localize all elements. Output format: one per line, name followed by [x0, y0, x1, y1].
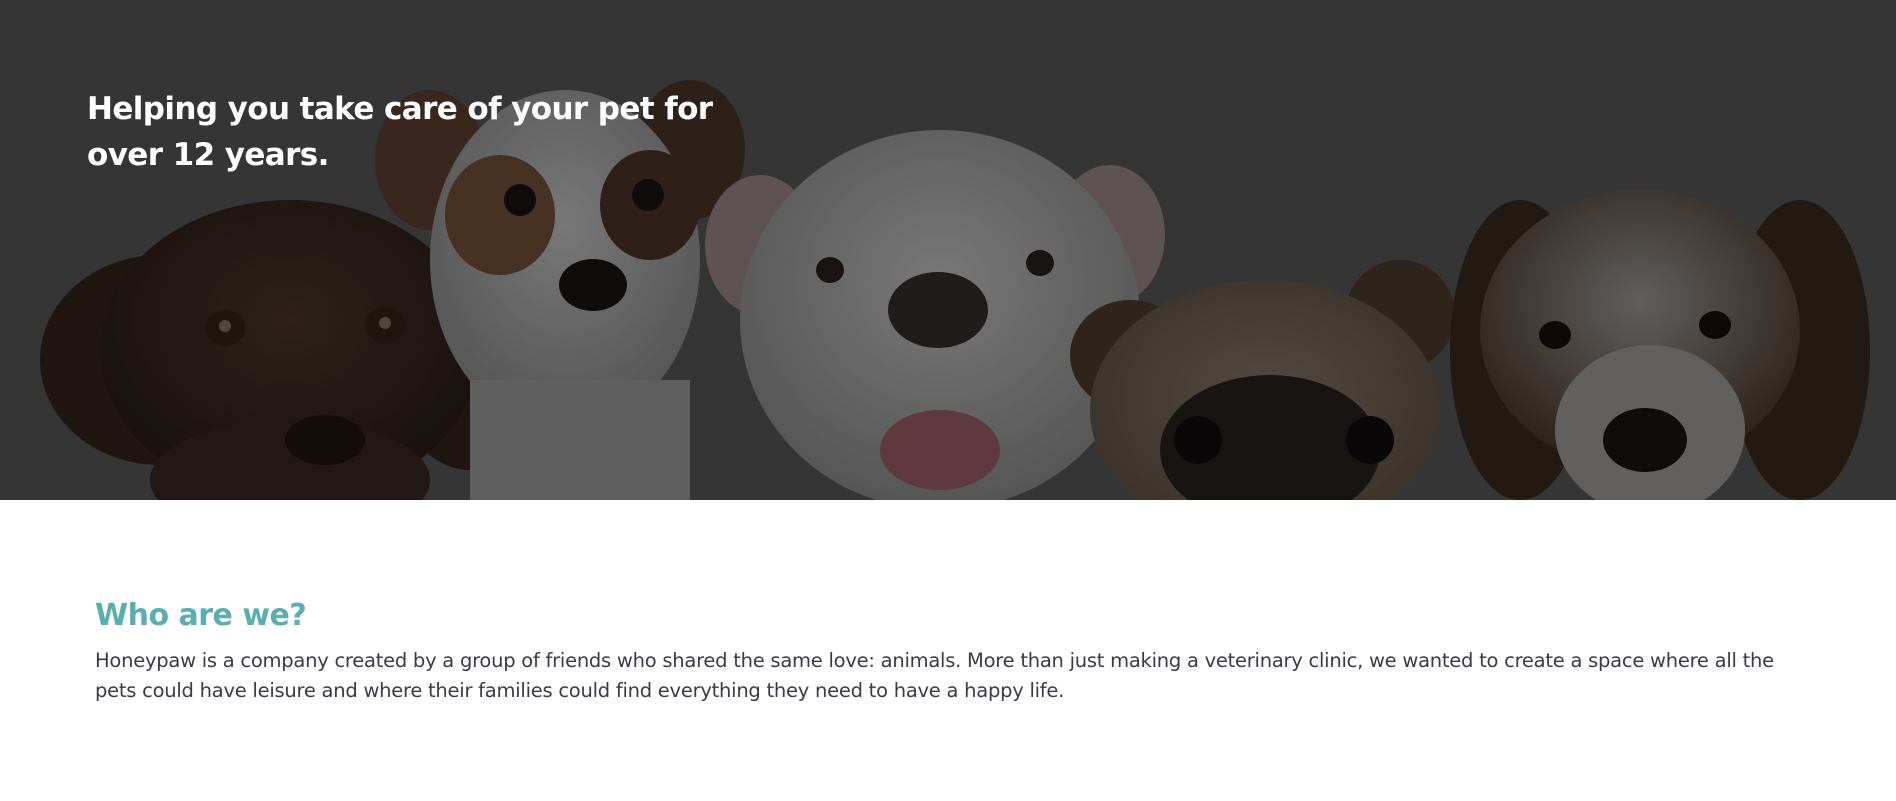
hero-banner: Helping you take care of your pet for ov… [0, 0, 1896, 500]
about-section: Who are we? Honeypaw is a company create… [95, 596, 1815, 706]
hero-overlay [0, 0, 1896, 500]
about-description: Honeypaw is a company created by a group… [95, 649, 1774, 702]
hero-title: Helping you take care of your pet for ov… [87, 91, 713, 173]
about-heading: Who are we? [95, 598, 307, 633]
